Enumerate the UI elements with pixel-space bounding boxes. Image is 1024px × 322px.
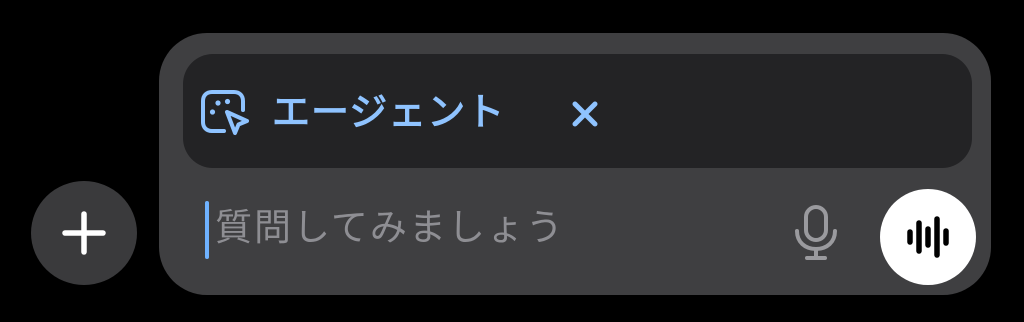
dictation-button[interactable] xyxy=(791,204,841,262)
plus-icon xyxy=(62,211,106,255)
text-caret xyxy=(205,201,209,259)
agent-mode-chip[interactable]: エージェント xyxy=(197,85,505,139)
add-button[interactable] xyxy=(31,181,137,285)
remove-agent-button[interactable] xyxy=(567,96,603,132)
agent-cursor-icon xyxy=(201,90,249,135)
microphone-icon xyxy=(795,205,837,260)
close-icon xyxy=(572,101,598,127)
message-input[interactable]: 質問してみましょう xyxy=(205,199,735,263)
voice-mode-button[interactable] xyxy=(880,189,976,285)
message-input-placeholder: 質問してみましょう xyxy=(215,206,565,249)
message-composer: エージェント 質問してみましょう xyxy=(159,33,991,295)
voice-waveform-icon xyxy=(907,216,949,258)
agent-mode-label: エージェント xyxy=(272,90,506,134)
